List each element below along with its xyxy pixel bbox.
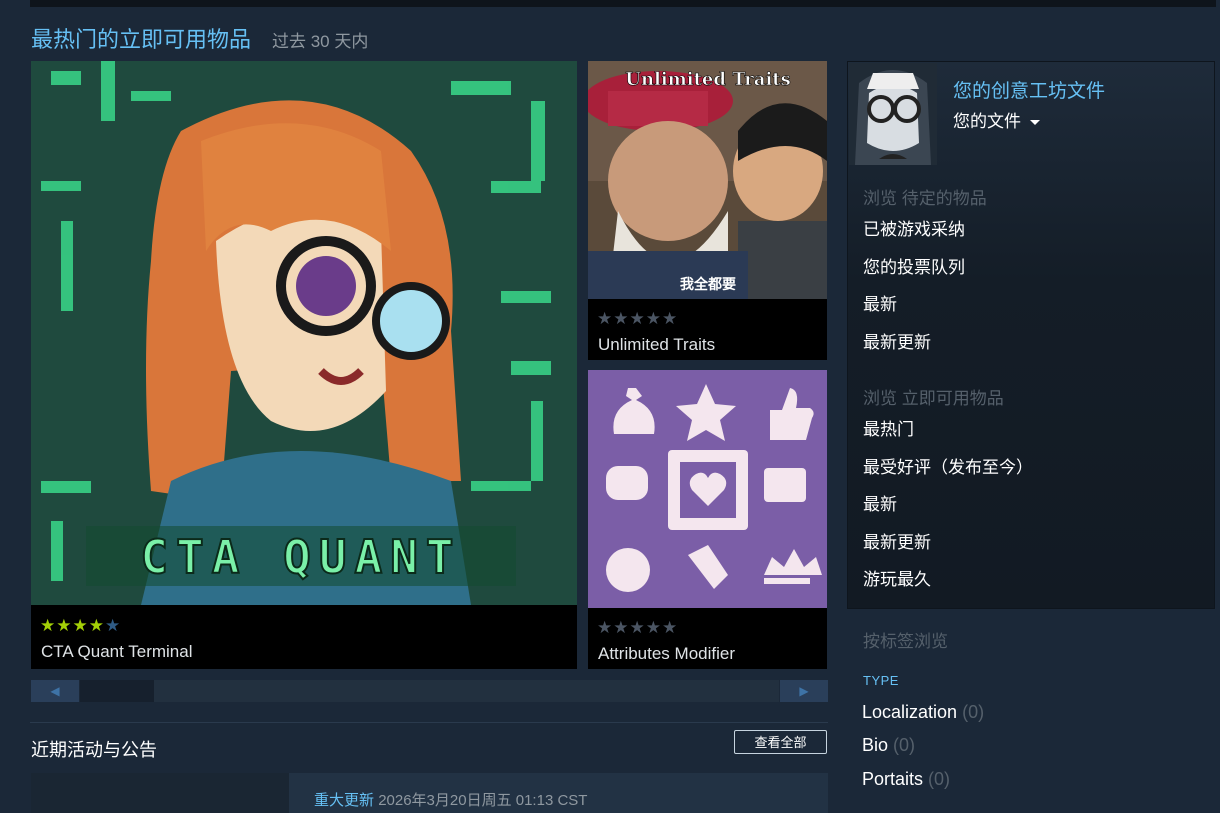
tag-count: (0) <box>893 735 916 755</box>
item-card-cta-quant[interactable]: CTA QUANT ★★★★★ CTA Quant Terminal <box>31 61 577 669</box>
link-most-popular[interactable]: 最热门 <box>863 415 914 440</box>
item-card-attributes-modifier[interactable]: ★★★★★ Attributes Modifier <box>588 370 827 669</box>
svg-text:我全都要: 我全都要 <box>680 276 736 293</box>
tag-count: (0) <box>962 702 985 722</box>
rating-stars: ★★★★★ <box>597 309 679 328</box>
pager-thumb[interactable] <box>154 680 779 702</box>
browse-pending-label: 浏览 待定的物品 <box>863 189 987 208</box>
divider <box>30 722 828 723</box>
link-accepted-by-game[interactable]: 已被游戏采纳 <box>863 215 965 240</box>
item-name[interactable]: Attributes Modifier <box>598 644 735 664</box>
your-files-dropdown[interactable]: 您的文件 <box>953 107 1040 132</box>
link-most-played[interactable]: 游玩最久 <box>863 565 931 590</box>
rating-stars: ★★★★★ <box>597 618 679 637</box>
tag-label: Localization <box>862 702 958 722</box>
item-name[interactable]: CTA Quant Terminal <box>41 642 193 662</box>
tag-label: Portaits <box>862 769 924 789</box>
svg-text:Unlimited Traits: Unlimited Traits <box>625 69 790 90</box>
section-subtitle: 过去 30 天内 <box>272 32 369 51</box>
tag-type-label: TYPE <box>863 673 899 688</box>
news-title: 近期活动与公告 <box>31 740 157 760</box>
view-all-button[interactable]: 查看全部 <box>734 730 827 754</box>
link-ready-newest[interactable]: 最新 <box>863 490 897 515</box>
link-voting-queue[interactable]: 您的投票队列 <box>863 253 965 278</box>
section-title: 最热门的立即可用物品 <box>31 27 252 52</box>
item-card-unlimited-traits[interactable]: Unlimited Traits 我全都要 ★★★★★ Unlimited Tr… <box>588 61 827 360</box>
caret-down-icon <box>1029 120 1040 126</box>
news-meta: 重大更新 2026年3月20日周五 01:13 CST <box>314 789 587 810</box>
pager-prev-button[interactable]: ◀ <box>31 680 79 702</box>
news-thumbnail[interactable] <box>31 773 289 813</box>
pager-next-button[interactable]: ▶ <box>780 680 828 702</box>
news-date: 2026年3月20日周五 01:13 CST <box>378 792 588 809</box>
browse-by-tag-heading: 按标签浏览 <box>863 632 948 651</box>
item-preview-image[interactable]: Unlimited Traits 我全都要 <box>588 61 827 299</box>
art-title-text: CTA QUANT <box>86 526 516 586</box>
tag-link-portaits[interactable]: Portaits (0) <box>862 769 950 790</box>
tag-count: (0) <box>928 769 951 789</box>
tag-label: Bio <box>862 735 889 755</box>
your-files-label: 您的文件 <box>953 112 1021 131</box>
browse-ready-label: 浏览 立即可用物品 <box>863 389 1004 408</box>
workshop-title-link[interactable]: 您的创意工坊文件 <box>953 76 1105 103</box>
tag-link-bio[interactable]: Bio (0) <box>862 735 915 756</box>
avatar[interactable] <box>849 63 937 165</box>
top-bar <box>30 0 1216 7</box>
item-preview-image[interactable]: CTA QUANT <box>31 61 577 605</box>
svg-text:CTA QUANT: CTA QUANT <box>140 530 461 584</box>
link-ready-recently-updated[interactable]: 最新更新 <box>863 528 931 553</box>
item-preview-image[interactable] <box>588 370 827 608</box>
link-top-rated-all-time[interactable]: 最受好评（发布至今） <box>863 453 1033 478</box>
rating-stars: ★★★★★ <box>40 616 122 635</box>
tag-link-localization[interactable]: Localization (0) <box>862 702 984 723</box>
link-pending-recently-updated[interactable]: 最新更新 <box>863 328 931 353</box>
news-tag[interactable]: 重大更新 <box>314 792 374 809</box>
item-name[interactable]: Unlimited Traits <box>598 335 715 355</box>
link-pending-newest[interactable]: 最新 <box>863 290 897 315</box>
